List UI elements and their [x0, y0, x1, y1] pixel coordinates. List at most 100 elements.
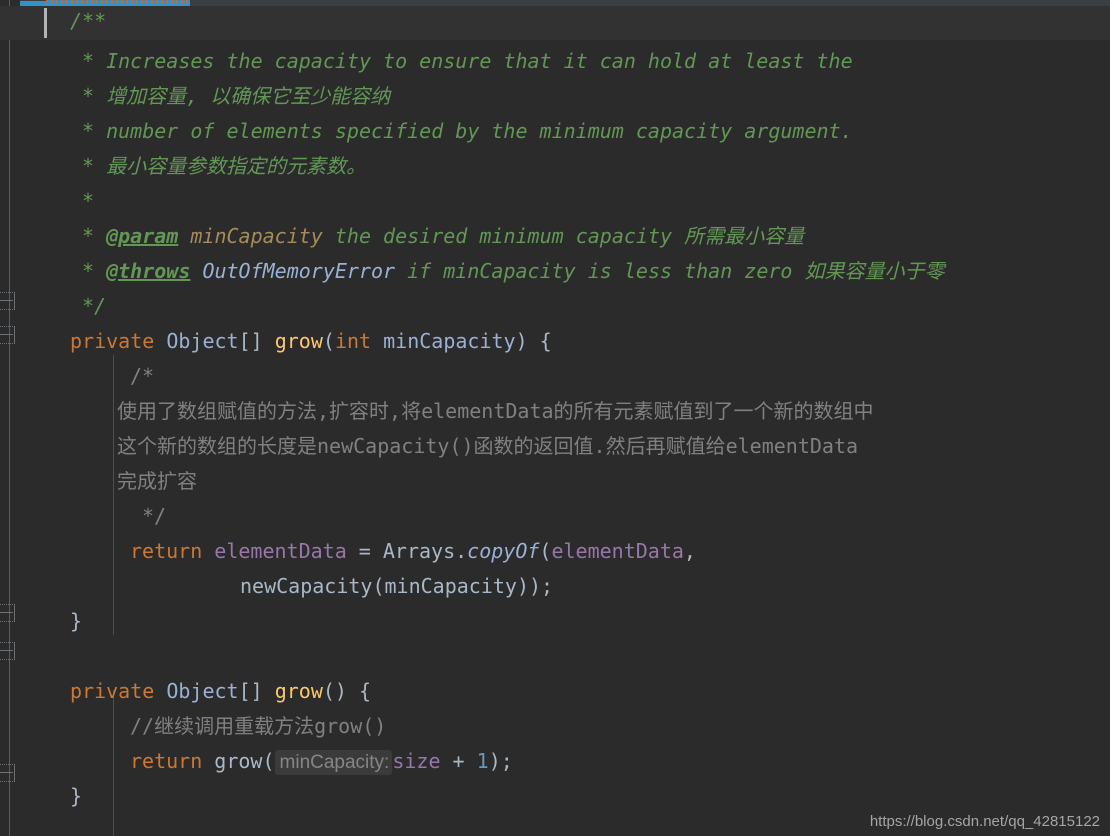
fold-marker-bar [0, 650, 13, 651]
code-token: * Increases the capacity to ensure that … [82, 49, 853, 73]
code-token: OutOfMemoryError [202, 259, 396, 283]
code-editor: /** * Increases the capacity to ensure th… [0, 0, 1110, 836]
code-token: private [70, 679, 155, 703]
code-token: /* [130, 364, 155, 388]
code-token: @param [106, 224, 179, 248]
code-token: } [70, 784, 83, 808]
code-token: Object [166, 679, 239, 703]
indent-guide [113, 690, 114, 836]
code-token: grow [274, 329, 323, 353]
fold-marker-bar [0, 300, 13, 301]
watermark-url: https://blog.csdn.net/qq_42815122 [869, 813, 1100, 830]
code-line[interactable]: * 增加容量, 以确保它至少能容纳 [82, 79, 390, 114]
text-caret [44, 8, 47, 38]
fold-marker[interactable] [0, 322, 20, 348]
parameter-hint-badge[interactable]: minCapacity: [274, 750, 393, 775]
code-line[interactable]: newCapacity(minCapacity)); [240, 569, 553, 604]
code-line[interactable]: private Object[] grow() { [70, 674, 371, 709]
code-token: * 最小容量参数指定的元素数。 [82, 154, 367, 178]
code-token: elementData [551, 539, 684, 563]
code-token: 使用了数组赋值的方法,扩容时,将elementData的所有元素赋值到了一个新的… [117, 399, 874, 423]
code-token: ) { [515, 329, 552, 353]
fold-marker[interactable] [0, 760, 20, 786]
code-token: */ [82, 294, 107, 318]
fold-marker-body [0, 292, 15, 310]
code-line[interactable]: 完成扩容 [117, 464, 197, 499]
code-token: elementData [214, 539, 347, 563]
code-token: ( [262, 749, 275, 773]
code-token: () { [322, 679, 372, 703]
code-token: , [683, 539, 696, 563]
code-line[interactable]: * @throws OutOfMemoryError if minCapacit… [82, 254, 945, 289]
code-line[interactable]: return elementData = Arrays.copyOf(eleme… [130, 534, 696, 569]
code-token: ( [539, 539, 552, 563]
code-token: minCapacity [383, 329, 516, 353]
code-token: )); [516, 574, 554, 598]
fold-marker[interactable] [0, 638, 20, 664]
fold-marker-body [0, 604, 15, 622]
code-line[interactable]: 这个新的数组的长度是newCapacity()函数的返回值.然后再赋值给elem… [117, 429, 858, 464]
code-line[interactable]: * number of elements specified by the mi… [82, 114, 853, 149]
code-line[interactable]: return grow(minCapacity: size + 1); [130, 744, 513, 779]
code-token: = [346, 539, 383, 563]
code-line[interactable]: } [70, 779, 82, 814]
code-token: minCapacity [190, 224, 323, 248]
code-line[interactable]: */ [82, 289, 106, 324]
code-token: @throws [106, 259, 191, 283]
code-line[interactable]: /* [130, 359, 154, 394]
code-token: if minCapacity is less than zero 如果容量小于零 [395, 259, 945, 283]
code-token: + [440, 749, 477, 773]
code-token: minCapacity [384, 574, 517, 598]
code-line[interactable]: private Object[] grow(int minCapacity) { [70, 324, 552, 359]
fold-gutter[interactable] [0, 0, 20, 836]
code-token: /** [70, 9, 107, 33]
code-token: } [70, 609, 83, 633]
code-line[interactable]: * Increases the capacity to ensure that … [82, 44, 853, 79]
current-line-highlight [0, 6, 1110, 40]
code-token: */ [142, 504, 167, 528]
fold-marker[interactable] [0, 600, 20, 626]
code-line[interactable]: //继续调用重载方法grow() [130, 709, 386, 744]
code-line[interactable]: * [82, 184, 94, 219]
code-area[interactable]: /** * Increases the capacity to ensure th… [0, 0, 1110, 836]
code-token: * [82, 224, 107, 248]
code-line[interactable]: 使用了数组赋值的方法,扩容时,将elementData的所有元素赋值到了一个新的… [117, 394, 874, 429]
fold-marker-body [0, 326, 15, 344]
code-token: 这个新的数组的长度是newCapacity()函数的返回值.然后再赋值给elem… [117, 434, 859, 458]
fold-marker-body [0, 642, 15, 660]
code-token: Object [166, 329, 239, 353]
code-line[interactable]: * 最小容量参数指定的元素数。 [82, 149, 366, 184]
code-token: return [130, 539, 203, 563]
code-token: 完成扩容 [117, 469, 197, 493]
fold-marker-body [0, 764, 15, 782]
code-line[interactable]: */ [142, 499, 166, 534]
fold-marker[interactable] [0, 288, 20, 314]
code-token: Arrays [382, 539, 456, 563]
code-line[interactable]: } [70, 604, 82, 639]
code-token: copyOf [467, 539, 540, 563]
fold-marker-bar [0, 772, 13, 773]
code-token: the desired minimum capacity 所需最小容量 [322, 224, 805, 248]
code-token: * number of elements specified by the mi… [82, 119, 853, 143]
code-token: [] [238, 329, 275, 353]
fold-marker-bar [0, 612, 13, 613]
code-token: ); [488, 749, 513, 773]
code-token: * [82, 189, 95, 213]
code-token: ( [322, 329, 335, 353]
fold-marker-bar [0, 334, 13, 335]
code-token: * [82, 259, 107, 283]
code-token: private [70, 329, 155, 353]
fold-region-line [9, 0, 10, 836]
code-token: . [455, 539, 468, 563]
code-token: 1 [476, 749, 489, 773]
code-token: //继续调用重载方法grow() [130, 714, 387, 738]
code-line[interactable]: /** [70, 4, 106, 39]
code-token: grow [274, 679, 323, 703]
code-line[interactable]: * @param minCapacity the desired minimum… [82, 219, 804, 254]
